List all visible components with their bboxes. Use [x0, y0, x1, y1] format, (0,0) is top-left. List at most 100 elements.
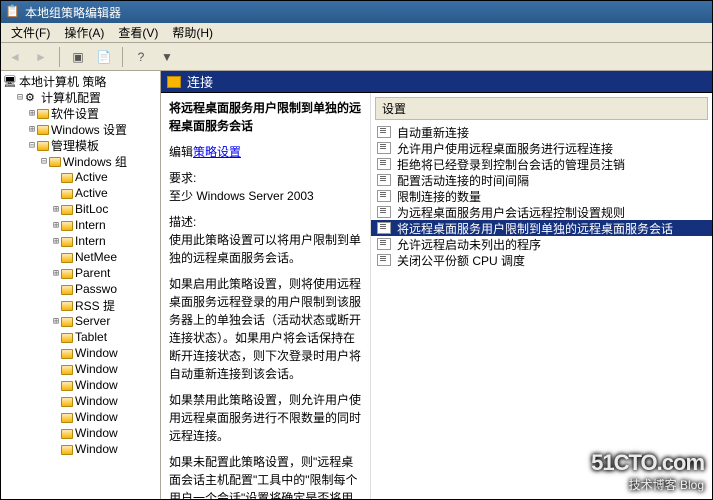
back-button[interactable]: ◄	[5, 47, 25, 67]
collapse-icon[interactable]: ⊟	[15, 92, 25, 103]
tree-label: Window	[75, 410, 118, 424]
folder-icon	[61, 381, 73, 391]
expand-icon[interactable]	[51, 412, 61, 423]
expand-icon[interactable]: ⊞	[51, 268, 61, 279]
settings-list-item[interactable]: 允许远程启动未列出的程序	[371, 236, 712, 252]
expand-icon[interactable]	[51, 364, 61, 375]
folder-icon	[37, 141, 49, 151]
menu-file[interactable]: 文件(F)	[5, 22, 56, 43]
expand-icon[interactable]: ⊞	[27, 124, 37, 135]
desc-p4: 如果未配置此策略设置，则"远程桌面会话主机配置"工具中的"限制每个用户一个会话"…	[169, 453, 362, 499]
expand-icon[interactable]	[51, 172, 61, 183]
setting-icon	[377, 126, 391, 138]
tree-item[interactable]: Window	[51, 409, 158, 425]
tree-item[interactable]: Window	[51, 425, 158, 441]
expand-icon[interactable]: ⊞	[51, 316, 61, 327]
folder-icon	[61, 445, 73, 455]
tree-item[interactable]: Tablet	[51, 329, 158, 345]
tree-root[interactable]: 本地计算机 策略	[3, 73, 158, 89]
forward-button[interactable]: ►	[31, 47, 51, 67]
settings-list-pane: 设置 自动重新连接允许用户使用远程桌面服务进行远程连接拒绝将已经登录到控制台会话…	[371, 93, 712, 499]
tree-label: Tablet	[75, 330, 107, 344]
computer-icon	[3, 74, 17, 88]
tree-pane[interactable]: 本地计算机 策略 ⊟ 计算机配置 ⊞ 软件设置 ⊞ Windows 设置 ⊟ 管…	[1, 71, 161, 499]
expand-icon[interactable]	[51, 252, 61, 263]
tree-item[interactable]: ⊞ Intern	[51, 233, 158, 249]
tree-item[interactable]: Active	[51, 185, 158, 201]
tree-item[interactable]: Active	[51, 169, 158, 185]
expand-icon[interactable]	[51, 348, 61, 359]
expand-icon[interactable]	[51, 284, 61, 295]
tree-windows-settings[interactable]: ⊞ Windows 设置	[27, 121, 158, 137]
tree-label: RSS 提	[75, 297, 115, 313]
expand-icon[interactable]: ⊞	[51, 236, 61, 247]
setting-icon	[377, 190, 391, 202]
tree-admin-templates[interactable]: ⊟ 管理模板	[27, 137, 158, 153]
setting-icon	[377, 174, 391, 186]
req-value: 至少 Windows Server 2003	[169, 189, 314, 203]
tree-label: Window	[75, 362, 118, 376]
expand-icon[interactable]	[51, 332, 61, 343]
tree-label: NetMee	[75, 250, 117, 264]
folder-icon	[61, 349, 73, 359]
tree-label: 本地计算机 策略	[19, 73, 106, 89]
settings-list-item[interactable]: 限制连接的数量	[371, 188, 712, 204]
folder-icon	[61, 397, 73, 407]
up-button[interactable]: ▣	[68, 47, 88, 67]
settings-list-item[interactable]: 关闭公平份额 CPU 调度	[371, 252, 712, 268]
expand-icon[interactable]	[51, 188, 61, 199]
edit-policy-link[interactable]: 策略设置	[193, 145, 241, 159]
settings-list-item[interactable]: 允许用户使用远程桌面服务进行远程连接	[371, 140, 712, 156]
help-button[interactable]: ?	[131, 47, 151, 67]
tree-computer-config[interactable]: ⊟ 计算机配置	[15, 89, 158, 105]
folder-icon	[61, 301, 73, 311]
settings-list-item[interactable]: 拒绝将已经登录到控制台会话的管理员注销	[371, 156, 712, 172]
folder-icon	[49, 157, 61, 167]
tree-item[interactable]: NetMee	[51, 249, 158, 265]
properties-button[interactable]: 📄	[94, 47, 114, 67]
expand-icon[interactable]: ⊞	[51, 204, 61, 215]
tree-item[interactable]: Window	[51, 345, 158, 361]
tree-item[interactable]: RSS 提	[51, 297, 158, 313]
tree-label: Intern	[75, 234, 106, 248]
setting-label: 将远程桌面服务用户限制到单独的远程桌面服务会话	[397, 220, 673, 237]
expand-icon[interactable]	[51, 300, 61, 311]
filter-button[interactable]: ▼	[157, 47, 177, 67]
tree-item[interactable]: Window	[51, 393, 158, 409]
tree-software[interactable]: ⊞ 软件设置	[27, 105, 158, 121]
folder-icon	[61, 253, 73, 263]
tree-item[interactable]: ⊞Intern	[51, 217, 158, 233]
expand-icon[interactable]	[51, 396, 61, 407]
expand-icon[interactable]	[51, 428, 61, 439]
settings-list-item[interactable]: 为远程桌面服务用户会话远程控制设置规则	[371, 204, 712, 220]
collapse-icon[interactable]: ⊟	[27, 140, 37, 151]
tree-item[interactable]: ⊞BitLoc	[51, 201, 158, 217]
tree-item[interactable]: ⊞Server	[51, 313, 158, 329]
tree-windows-components[interactable]: ⊟ Windows 组	[39, 153, 158, 169]
expand-icon[interactable]: ⊞	[27, 108, 37, 119]
menu-help[interactable]: 帮助(H)	[166, 22, 219, 43]
requirements: 要求: 至少 Windows Server 2003	[169, 169, 362, 205]
settings-list-item[interactable]: 自动重新连接	[371, 124, 712, 140]
tree-item[interactable]: Window	[51, 441, 158, 457]
expand-icon[interactable]	[51, 444, 61, 455]
expand-icon[interactable]: ⊞	[51, 220, 61, 231]
setting-label: 自动重新连接	[397, 124, 469, 141]
tree-label: Window	[75, 394, 118, 408]
tree-item[interactable]: Window	[51, 361, 158, 377]
settings-list-item[interactable]: 配置活动连接的时间间隔	[371, 172, 712, 188]
tree-item[interactable]: Window	[51, 377, 158, 393]
tree-item[interactable]: ⊞ Parent	[51, 265, 158, 281]
window-titlebar: 📋 本地组策略编辑器	[1, 1, 712, 23]
folder-icon	[61, 365, 73, 375]
menu-action[interactable]: 操作(A)	[58, 22, 110, 43]
settings-list-item[interactable]: 将远程桌面服务用户限制到单独的远程桌面服务会话	[371, 220, 712, 236]
collapse-icon[interactable]: ⊟	[39, 156, 49, 167]
req-label: 要求:	[169, 171, 196, 185]
tree-label: Parent	[75, 266, 110, 280]
menu-view[interactable]: 查看(V)	[112, 22, 164, 43]
list-column-header[interactable]: 设置	[375, 97, 708, 120]
tree-item[interactable]: Passwo	[51, 281, 158, 297]
expand-icon[interactable]	[51, 380, 61, 391]
folder-icon	[61, 189, 73, 199]
